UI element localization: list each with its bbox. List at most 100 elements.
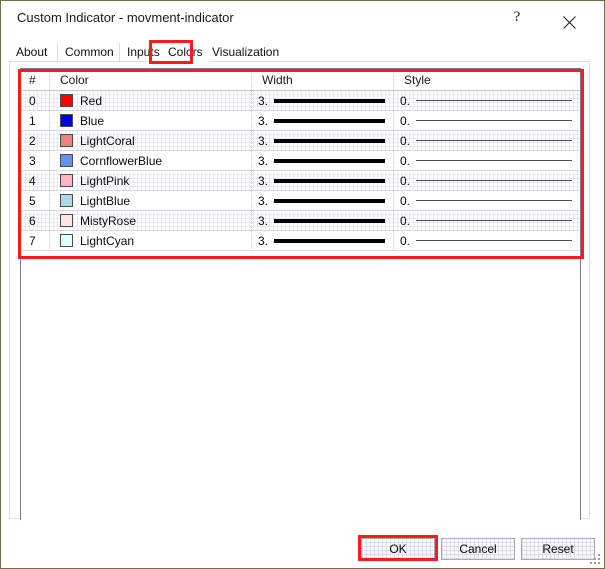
style-value: 0. [400,213,411,228]
question-mark-icon: ? [513,9,521,25]
style-line-preview [416,240,572,241]
table-row[interactable]: 4 LightPink 3. 0. [21,171,580,191]
width-cell[interactable]: 3. [251,191,393,210]
color-name: LightPink [80,173,130,188]
row-index: 7 [29,233,36,248]
row-index: 5 [29,193,36,208]
style-cell[interactable]: 0. [393,91,580,110]
close-button[interactable] [547,1,591,33]
title-bar: Custom Indicator - movment-indicator ? [1,1,604,35]
color-cell[interactable]: Red [49,91,251,110]
color-name: LightBlue [80,193,131,208]
style-line-preview [416,140,572,141]
tab-strip: About Common Inputs Colors Visualization [9,41,594,62]
width-cell[interactable]: 3. [251,111,393,130]
color-swatch-icon [60,174,73,187]
tab-visualization[interactable]: Visualization [204,43,286,61]
color-name: MistyRose [80,213,137,228]
column-header-style: Style [393,69,580,90]
table-row[interactable]: 2 LightCoral 3. 0. [21,131,580,151]
tab-common[interactable]: Common [57,43,121,61]
width-value: 3. [258,133,269,148]
table-row[interactable]: 7 LightCyan 3. 0. [21,231,580,251]
color-cell[interactable]: LightBlue [49,191,251,210]
color-cell[interactable]: MistyRose [49,211,251,230]
style-cell[interactable]: 0. [393,111,580,130]
column-header-color: Color [49,69,251,90]
width-line-preview [274,178,385,183]
color-name: LightCyan [80,233,135,248]
width-value: 3. [258,153,269,168]
style-cell[interactable]: 0. [393,231,580,250]
custom-indicator-dialog: Custom Indicator - movment-indicator ? A… [0,0,605,569]
style-value: 0. [400,93,411,108]
colors-tab-panel: # Color Width Style 0 Red 3. 0. 1 Blue 3… [9,61,590,520]
width-value: 3. [258,113,269,128]
style-value: 0. [400,133,411,148]
colors-grid[interactable]: # Color Width Style 0 Red 3. 0. 1 Blue 3… [20,68,581,520]
style-cell[interactable]: 0. [393,151,580,170]
style-value: 0. [400,153,411,168]
style-value: 0. [400,173,411,188]
color-name: CornflowerBlue [80,153,163,168]
close-icon [547,15,591,29]
width-value: 3. [258,213,269,228]
window-title: Custom Indicator - movment-indicator [17,10,234,25]
tab-about[interactable]: About [9,43,54,61]
color-swatch-icon [60,214,73,227]
width-line-preview [274,118,385,123]
width-cell[interactable]: 3. [251,91,393,110]
style-line-preview [416,100,572,101]
row-index: 6 [29,213,36,228]
width-cell[interactable]: 3. [251,171,393,190]
table-row[interactable]: 5 LightBlue 3. 0. [21,191,580,211]
width-cell[interactable]: 3. [251,151,393,170]
style-line-preview [416,160,572,161]
table-row[interactable]: 3 CornflowerBlue 3. 0. [21,151,580,171]
style-cell[interactable]: 0. [393,171,580,190]
row-index: 1 [29,113,36,128]
color-swatch-icon [60,134,73,147]
cancel-button[interactable]: Cancel [441,538,515,560]
tab-colors[interactable]: Colors [161,41,210,62]
color-cell[interactable]: LightCoral [49,131,251,150]
width-line-preview [274,138,385,143]
width-cell[interactable]: 3. [251,231,393,250]
style-cell[interactable]: 0. [393,191,580,210]
style-value: 0. [400,193,411,208]
width-line-preview [274,218,385,223]
style-line-preview [416,200,572,201]
style-cell[interactable]: 0. [393,211,580,230]
colors-grid-body: # Color Width Style 0 Red 3. 0. 1 Blue 3… [21,69,580,251]
row-index: 2 [29,133,36,148]
color-swatch-icon [60,154,73,167]
color-name: Blue [80,113,105,128]
width-cell[interactable]: 3. [251,211,393,230]
style-line-preview [416,180,572,181]
row-index: 0 [29,93,36,108]
style-cell[interactable]: 0. [393,131,580,150]
color-cell[interactable]: Blue [49,111,251,130]
color-swatch-icon [60,194,73,207]
reset-button[interactable]: Reset [521,538,595,560]
table-row[interactable]: 0 Red 3. 0. [21,91,580,111]
table-row[interactable]: 6 MistyRose 3. 0. [21,211,580,231]
width-value: 3. [258,93,269,108]
width-line-preview [274,98,385,103]
color-cell[interactable]: LightPink [49,171,251,190]
resize-grip[interactable] [589,553,601,565]
color-cell[interactable]: CornflowerBlue [49,151,251,170]
grid-header-row: # Color Width Style [21,69,580,91]
style-line-preview [416,120,572,121]
width-line-preview [274,238,385,243]
ok-button[interactable]: OK [361,538,435,560]
column-header-width: Width [251,69,393,90]
color-swatch-icon [60,114,73,127]
width-cell[interactable]: 3. [251,131,393,150]
width-line-preview [274,198,385,203]
width-value: 3. [258,193,269,208]
tab-inputs[interactable]: Inputs [119,43,167,61]
width-value: 3. [258,173,269,188]
color-cell[interactable]: LightCyan [49,231,251,250]
table-row[interactable]: 1 Blue 3. 0. [21,111,580,131]
